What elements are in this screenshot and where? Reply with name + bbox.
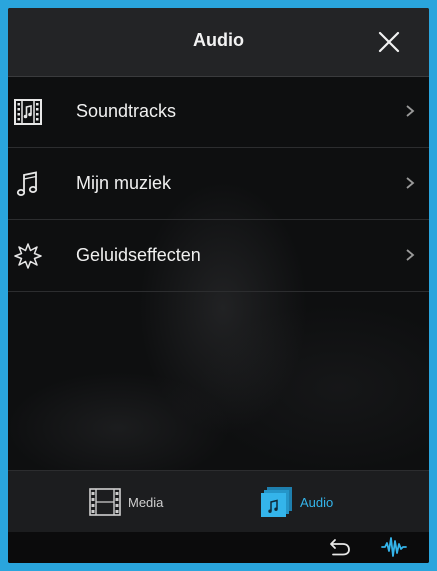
audio-library-icon: [261, 487, 292, 517]
chevron-right-icon: [406, 249, 415, 261]
waveform-icon: [381, 537, 407, 557]
close-button[interactable]: [375, 28, 403, 56]
menu-item-mijn-muziek[interactable]: Mijn muziek: [8, 148, 429, 220]
audio-menu-list: Soundtracks Mijn muziek Geluidseffecten: [8, 76, 429, 292]
waveform-button[interactable]: [381, 535, 407, 559]
music-note-icon: [16, 171, 38, 196]
burst-icon: [14, 243, 42, 269]
film-music-icon: [14, 99, 42, 125]
system-bar: [8, 532, 429, 563]
menu-item-geluidseffecten[interactable]: Geluidseffecten: [8, 220, 429, 292]
page-title: Audio: [193, 30, 244, 50]
film-strip-icon: [89, 488, 121, 516]
tab-media[interactable]: Media: [88, 485, 198, 519]
chevron-right-icon: [406, 177, 415, 189]
tab-label: Audio: [300, 495, 334, 510]
menu-item-label: Soundtracks: [76, 101, 177, 121]
menu-item-soundtracks[interactable]: Soundtracks: [8, 76, 429, 148]
app-window: Audio Soundtracks Mijn muziek Geluidseff…: [8, 8, 429, 563]
menu-item-label: Geluidseffecten: [76, 245, 201, 265]
menu-item-label: Mijn muziek: [76, 173, 172, 193]
tab-bar: Media Audio: [8, 470, 429, 533]
back-arrow-icon: [330, 539, 350, 556]
chevron-right-icon: [406, 105, 415, 117]
close-icon: [378, 31, 400, 53]
tab-audio[interactable]: Audio: [260, 485, 370, 519]
tab-label: Media: [128, 495, 164, 510]
back-button[interactable]: [329, 537, 351, 557]
header-bar: Audio: [8, 8, 429, 77]
